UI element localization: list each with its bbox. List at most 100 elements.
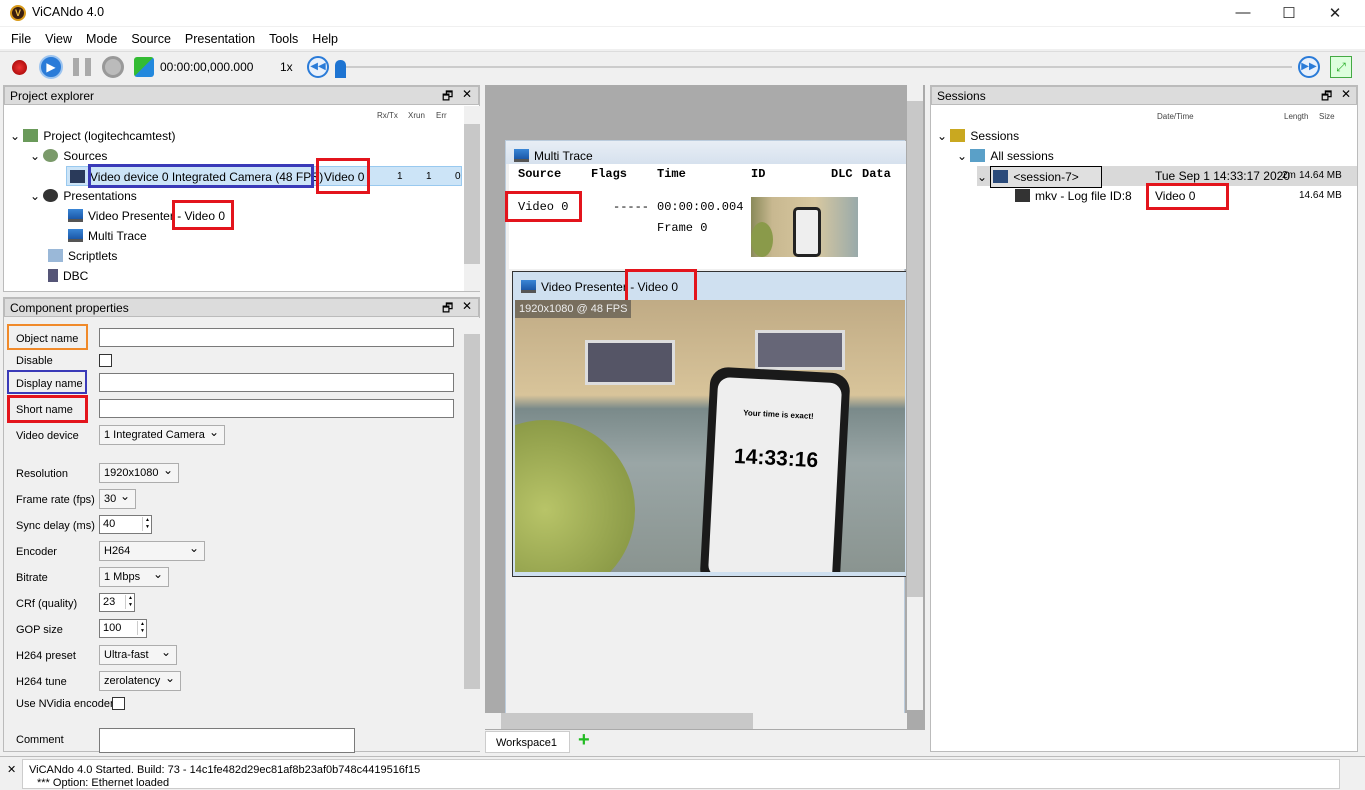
tree-item-sources[interactable]: ⌄ Sources [30, 146, 107, 166]
bitrate-select[interactable]: 1 Mbps [99, 567, 169, 587]
nvidia-label: Use NVidia encoder [16, 698, 114, 710]
menu-tools[interactable]: Tools [262, 27, 305, 49]
log-panel: ✕ ViCANdo 4.0 Started. Build: 73 - 14c1f… [0, 756, 1365, 789]
nvidia-checkbox[interactable] [112, 697, 125, 710]
scrollbar[interactable] [464, 106, 480, 291]
gop-spinbox[interactable]: 100 [99, 619, 147, 638]
menu-mode[interactable]: Mode [79, 27, 124, 49]
scrollbar[interactable] [464, 318, 480, 751]
maximize-button[interactable]: ☐ [1266, 4, 1312, 22]
panel-title: Component properties [10, 301, 129, 315]
phone-heading: Your time is exact! [742, 408, 814, 421]
app-logo: V [10, 5, 26, 21]
menu-file[interactable]: File [4, 27, 38, 49]
multi-trace-window: Multi Trace Source Flags Time ID DLC Dat… [505, 140, 906, 715]
preset-select[interactable]: Ultra-fast [99, 645, 177, 665]
bitrate-label: Bitrate [16, 572, 48, 584]
disable-label: Disable [16, 355, 53, 367]
tree-item-scriptlets[interactable]: Scriptlets [48, 246, 117, 266]
minimize-button[interactable]: — [1220, 4, 1266, 21]
col-rxtx[interactable]: Rx/Tx [377, 111, 398, 120]
col-dlc[interactable]: DLC [831, 167, 853, 181]
disable-checkbox[interactable] [99, 354, 112, 367]
menu-source[interactable]: Source [124, 27, 178, 49]
tree-item-dbc[interactable]: DBC [48, 266, 88, 286]
fast-forward-icon[interactable]: ▶▶ [1298, 56, 1320, 78]
encoder-label: Encoder [16, 546, 57, 558]
col-time[interactable]: Time [657, 167, 686, 181]
float-icon[interactable]: 🗗 [1321, 87, 1332, 108]
monitor-icon [521, 280, 536, 293]
log-line: *** Option: Ethernet loaded [37, 777, 170, 789]
short-name-input[interactable] [99, 399, 454, 418]
close-icon[interactable]: ✕ [462, 87, 472, 101]
annotation-box [316, 158, 370, 194]
encoder-select[interactable]: H264 [99, 541, 205, 561]
workspace-area: Multi Trace Source Flags Time ID DLC Dat… [485, 85, 925, 730]
col-xrun[interactable]: Xrun [408, 111, 425, 120]
comment-input[interactable] [99, 728, 355, 753]
frame-rate-select[interactable]: 30 [99, 489, 136, 509]
tune-label: H264 tune [16, 676, 67, 688]
col-data[interactable]: Data [862, 167, 891, 181]
title-bar: V ViCANdo 4.0 — ☐ ✕ [0, 0, 1365, 26]
menu-presentation[interactable]: Presentation [178, 27, 262, 49]
menu-help[interactable]: Help [305, 27, 345, 49]
object-name-input[interactable] [99, 328, 454, 347]
play-icon[interactable]: ▶ [39, 55, 63, 79]
col-flags[interactable]: Flags [591, 167, 627, 181]
row-frame: Frame 0 [657, 221, 708, 235]
col-err[interactable]: Err [436, 111, 447, 120]
row-time: 00:00:00.004 [657, 200, 744, 214]
tab-workspace1[interactable]: Workspace1 [485, 731, 570, 753]
col-length[interactable]: Length [1284, 112, 1308, 121]
timeline-slider[interactable] [342, 66, 1292, 68]
annotation-box [172, 200, 234, 230]
frame-rate-label: Frame rate (fps) [16, 494, 95, 506]
stop-icon[interactable] [102, 56, 124, 78]
loop-icon[interactable] [134, 57, 154, 77]
rewind-icon[interactable]: ◀◀ [307, 56, 329, 78]
float-icon[interactable]: 🗗 [442, 87, 453, 108]
window-titlebar: Multi Trace [506, 141, 906, 164]
annotation-box [7, 324, 88, 350]
label: DBC [63, 269, 89, 283]
session-length: 2m [1282, 170, 1296, 181]
video-device-select[interactable]: 1 Integrated Camera [99, 425, 225, 445]
tree-item-project[interactable]: ⌄ Project (logitechcamtest) [10, 126, 175, 146]
time-display: 00:00:00,000.000 [160, 60, 254, 74]
display-name-input[interactable] [99, 373, 454, 392]
col-size[interactable]: Size [1319, 112, 1335, 121]
record-icon[interactable] [12, 60, 27, 75]
close-icon[interactable]: ✕ [1341, 87, 1351, 101]
label: Scriptlets [68, 249, 118, 263]
speed-dropdown[interactable]: 1x [280, 60, 293, 74]
tree-item-sessions[interactable]: ⌄ Sessions [937, 126, 1019, 146]
project-explorer-panel: Project explorer 🗗 ✕ Rx/Tx Xrun Err ⌄ Pr… [3, 85, 480, 292]
col-id[interactable]: ID [751, 167, 765, 181]
fullscreen-icon[interactable]: ⤢ [1330, 56, 1352, 78]
add-workspace-icon[interactable]: + [578, 729, 590, 752]
menu-view[interactable]: View [38, 27, 79, 49]
monitor-icon [514, 149, 529, 162]
tree-item-presentations[interactable]: ⌄ Presentations [30, 186, 137, 206]
scrollbar-vertical[interactable] [907, 85, 923, 710]
close-button[interactable]: ✕ [1312, 4, 1358, 22]
scrollbar-horizontal[interactable] [485, 713, 907, 729]
col-source[interactable]: Source [518, 167, 561, 181]
crf-spinbox[interactable]: 23 [99, 593, 135, 612]
annotation-box [7, 370, 87, 394]
tree-item-all-sessions[interactable]: ⌄ All sessions [957, 146, 1054, 166]
video-device-label: Video device [16, 430, 79, 442]
close-icon[interactable]: ✕ [462, 299, 472, 313]
trace-table: Source Flags Time ID DLC Data Video 0 --… [505, 164, 906, 269]
resolution-select[interactable]: 1920x1080 [99, 463, 179, 483]
float-icon[interactable]: 🗗 [442, 299, 453, 320]
close-log-icon[interactable]: ✕ [7, 763, 16, 776]
col-datetime[interactable]: Date/Time [1157, 112, 1194, 121]
tune-select[interactable]: zerolatency [99, 671, 181, 691]
timeline-handle[interactable] [335, 60, 346, 78]
sync-delay-spinbox[interactable]: 40 [99, 515, 152, 534]
tree-item-multi-trace[interactable]: Multi Trace [68, 226, 147, 246]
pause-icon[interactable] [73, 58, 91, 76]
